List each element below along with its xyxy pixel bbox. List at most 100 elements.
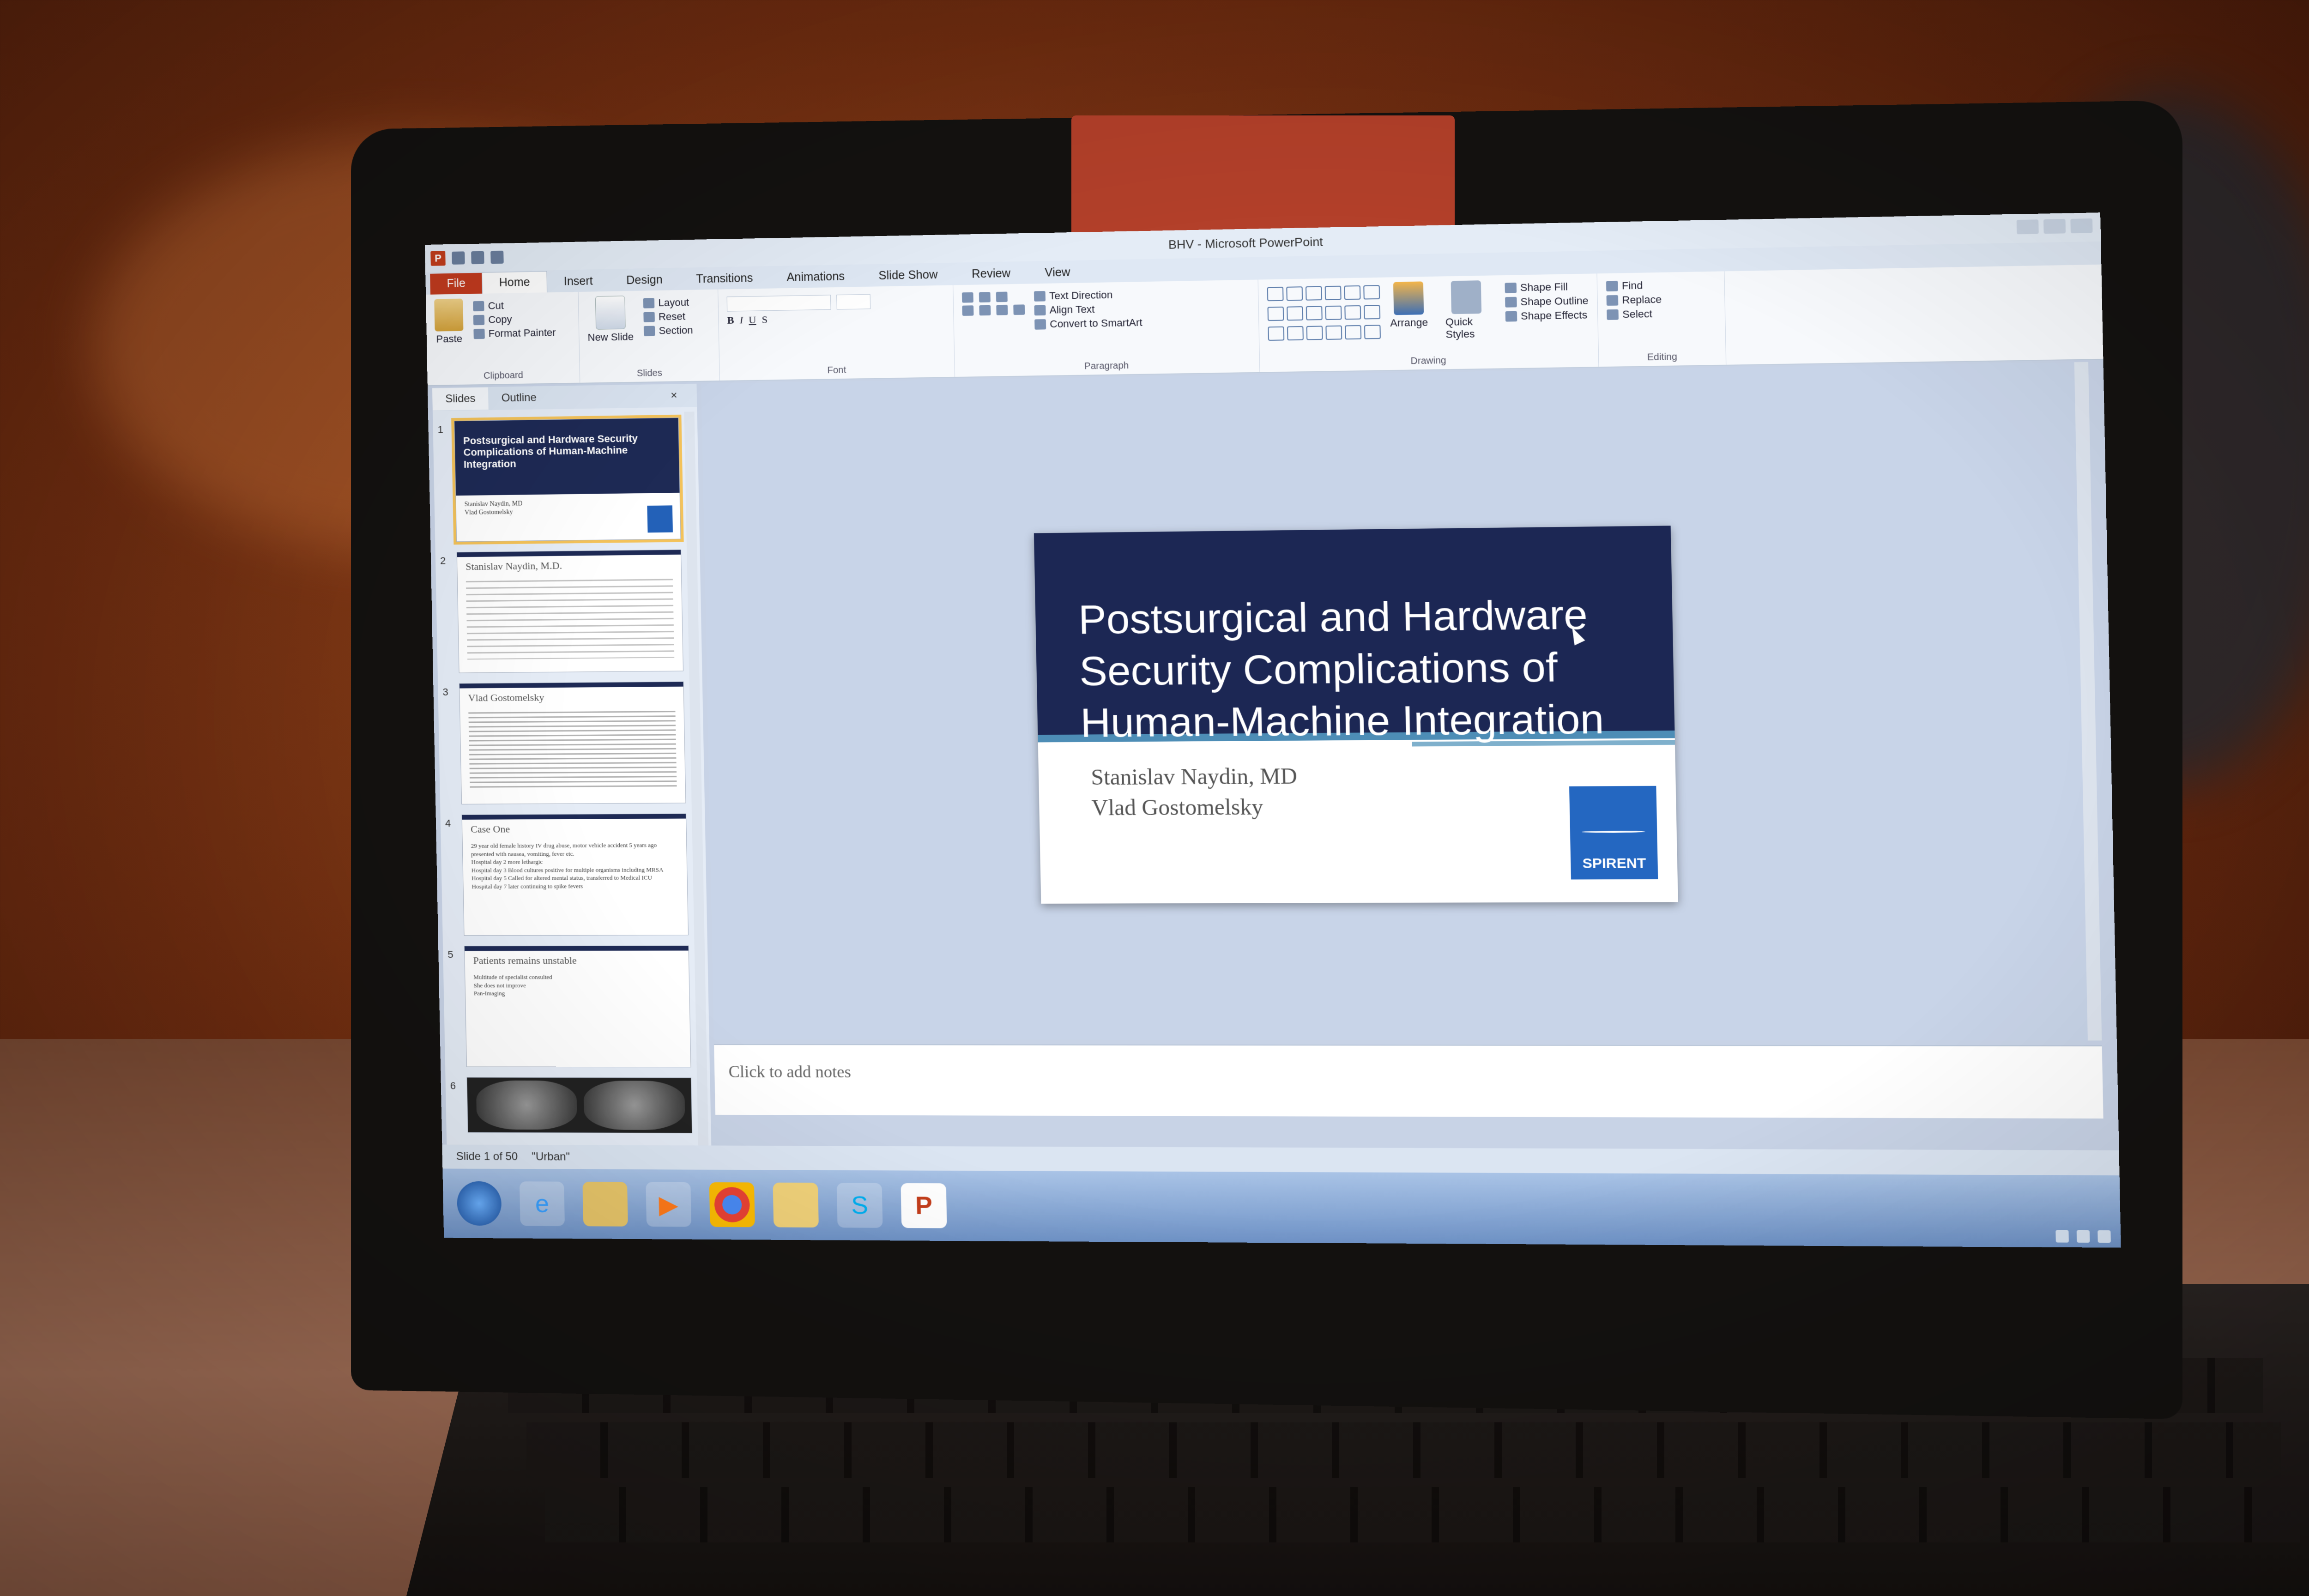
- slide-thumbnail[interactable]: 3 Vlad Gostomelsky: [442, 682, 686, 804]
- group-label: Paragraph: [955, 358, 1259, 374]
- tab-design[interactable]: Design: [610, 269, 680, 291]
- italic-button[interactable]: I: [739, 314, 743, 326]
- author-name: Stanislav Naydin, MD: [1091, 762, 1298, 793]
- close-pane-icon[interactable]: ×: [658, 384, 691, 407]
- group-label: Editing: [1599, 351, 1726, 364]
- select-button[interactable]: Select: [1607, 307, 1716, 321]
- copy-button[interactable]: Copy: [473, 313, 556, 326]
- windows-taskbar: e ▶ S P: [442, 1169, 2121, 1248]
- shape-outline-button[interactable]: Shape Outline: [1505, 295, 1589, 308]
- align-text-icon: [1034, 305, 1046, 316]
- thumbnail-canvas: Patients remains unstable Multitude of s…: [464, 945, 691, 1067]
- shape-fill-button[interactable]: Shape Fill: [1505, 280, 1588, 294]
- powerpoint-icon[interactable]: P: [901, 1183, 947, 1228]
- shapes-gallery[interactable]: [1267, 285, 1381, 344]
- thumbnail-canvas: [466, 1077, 692, 1133]
- skype-icon[interactable]: S: [837, 1183, 883, 1228]
- notes-pane[interactable]: Click to add notes: [714, 1044, 2103, 1118]
- top-bar: [465, 946, 689, 951]
- close-button[interactable]: [2070, 218, 2092, 233]
- tab-slide-show[interactable]: Slide Show: [861, 264, 955, 287]
- slide-number: 3: [442, 683, 461, 804]
- editing-group: Find Replace Select Editing: [1597, 271, 1727, 367]
- tab-file[interactable]: File: [430, 273, 482, 295]
- folder-icon[interactable]: [773, 1183, 819, 1227]
- maximize-button[interactable]: [2043, 219, 2066, 234]
- text-direction-button[interactable]: Text Direction: [1034, 288, 1142, 302]
- font-size-select[interactable]: [836, 294, 870, 310]
- bullets-icon[interactable]: [962, 292, 973, 303]
- volume-icon[interactable]: [2077, 1230, 2090, 1243]
- thumbnail-canvas: Postsurgical and Hardware Security Compl…: [454, 417, 681, 542]
- flag-icon[interactable]: [2097, 1230, 2111, 1243]
- cut-button[interactable]: Cut: [473, 299, 555, 312]
- tab-review[interactable]: Review: [955, 263, 1028, 285]
- current-slide[interactable]: Postsurgical and Hardware Security Compl…: [1034, 526, 1678, 904]
- font-name-select[interactable]: [727, 295, 831, 311]
- numbering-icon[interactable]: [979, 292, 991, 302]
- replace-button[interactable]: Replace: [1606, 292, 1716, 307]
- system-tray: [2055, 1230, 2111, 1243]
- tab-view[interactable]: View: [1028, 261, 1088, 284]
- format-painter-button[interactable]: Format Painter: [473, 326, 556, 340]
- slide-thumbnail[interactable]: 2 Stanislav Naydin, M.D.: [440, 550, 683, 673]
- slide-thumbnail[interactable]: 4 Case One 29 year old female history IV…: [445, 813, 689, 936]
- paste-button[interactable]: Paste: [434, 299, 464, 345]
- outline-icon: [1505, 297, 1517, 308]
- slide-subtitle[interactable]: Stanislav Naydin, MD Vlad Gostomelsky: [1091, 762, 1298, 823]
- thumbnail-heading: Stanislav Naydin, M.D.: [465, 560, 562, 573]
- layout-button[interactable]: Layout: [643, 296, 693, 309]
- bullet-line: Multitude of specialist consulted: [473, 973, 681, 981]
- select-label: Select: [1622, 308, 1652, 321]
- top-bar: [457, 550, 681, 557]
- arrange-button[interactable]: Arrange: [1390, 281, 1429, 342]
- find-button[interactable]: Find: [1606, 278, 1716, 292]
- bullet-line: Hospital day 2 more lethargic: [471, 857, 678, 866]
- clipboard-group: Paste Cut Copy Format Painter Clipboard: [426, 292, 580, 385]
- copy-icon: [473, 315, 484, 325]
- logo-text: SPIRENT: [1582, 855, 1646, 872]
- file-explorer-icon[interactable]: [582, 1182, 628, 1227]
- align-left-icon[interactable]: [962, 305, 973, 316]
- network-icon[interactable]: [2055, 1230, 2069, 1242]
- find-label: Find: [1622, 279, 1643, 292]
- indent-icon[interactable]: [996, 292, 1008, 302]
- reset-button[interactable]: Reset: [643, 310, 693, 323]
- section-button[interactable]: Section: [644, 324, 693, 337]
- internet-explorer-icon[interactable]: e: [520, 1181, 565, 1226]
- convert-smartart-button[interactable]: Convert to SmartArt: [1034, 316, 1142, 330]
- top-bar: [459, 682, 683, 689]
- tab-outline[interactable]: Outline: [488, 387, 550, 410]
- tab-transitions[interactable]: Transitions: [679, 267, 770, 290]
- slide-thumbnail[interactable]: 6: [450, 1077, 692, 1133]
- windows-start-icon[interactable]: [457, 1181, 502, 1226]
- slide-thumbnail[interactable]: 1 Postsurgical and Hardware Security Com…: [437, 417, 681, 542]
- minimize-button[interactable]: [2017, 219, 2039, 234]
- shadow-button[interactable]: S: [762, 314, 768, 326]
- bold-button[interactable]: B: [727, 314, 734, 326]
- align-right-icon[interactable]: [996, 305, 1008, 315]
- media-player-icon[interactable]: ▶: [646, 1182, 691, 1227]
- slide-title[interactable]: Postsurgical and Hardware Security Compl…: [1078, 588, 1645, 749]
- chrome-icon[interactable]: [709, 1182, 755, 1227]
- underline-button[interactable]: U: [749, 314, 756, 326]
- bullet-line: Pan-Imaging: [474, 989, 681, 998]
- slide-editor: Postsurgical and Hardware Security Compl…: [701, 362, 2102, 1040]
- tab-slides[interactable]: Slides: [432, 387, 489, 411]
- align-text-button[interactable]: Align Text: [1034, 302, 1142, 316]
- new-slide-button[interactable]: New Slide: [587, 296, 634, 344]
- cursor-icon: [1607, 309, 1619, 320]
- editor-scrollbar[interactable]: [2074, 362, 2102, 1040]
- group-label: Slides: [580, 367, 719, 380]
- tab-insert[interactable]: Insert: [547, 271, 610, 293]
- shape-effects-button[interactable]: Shape Effects: [1505, 309, 1589, 323]
- bullet-line: Hospital day 7 later continuing to spike…: [471, 882, 679, 890]
- align-center-icon[interactable]: [979, 305, 991, 316]
- binoculars-icon: [1606, 281, 1618, 291]
- tab-animations[interactable]: Animations: [769, 266, 862, 289]
- tab-home[interactable]: Home: [482, 271, 547, 294]
- webcam-tape: [1071, 115, 1455, 240]
- slide-thumbnail[interactable]: 5 Patients remains unstable Multitude of…: [447, 945, 691, 1067]
- quick-styles-button[interactable]: Quick Styles: [1445, 280, 1488, 341]
- justify-icon[interactable]: [1013, 304, 1025, 315]
